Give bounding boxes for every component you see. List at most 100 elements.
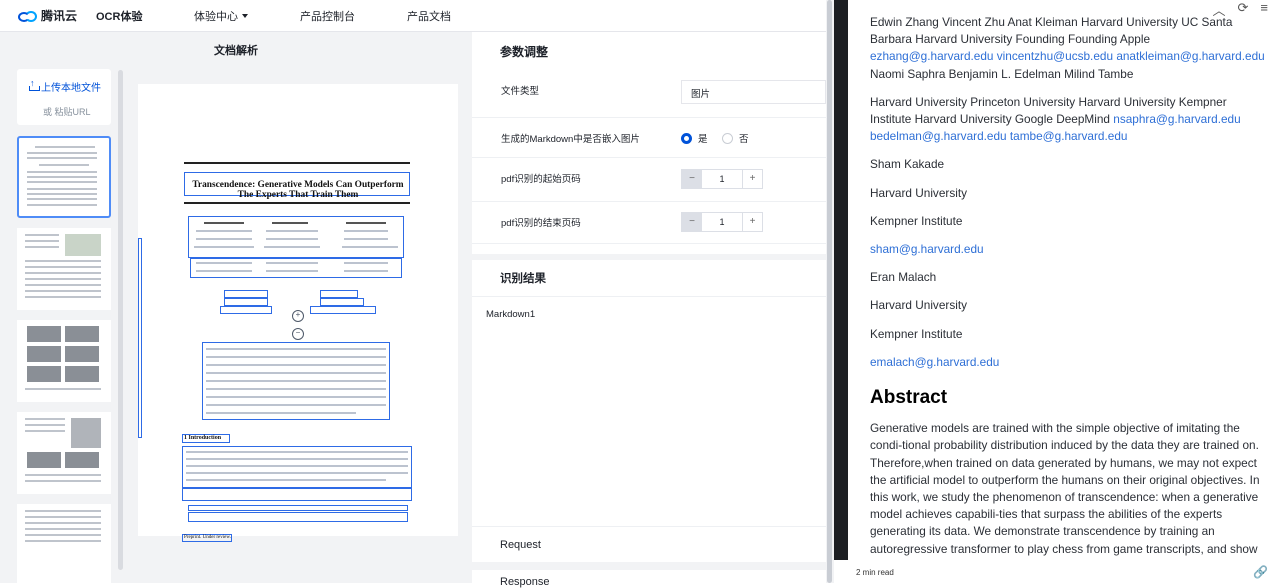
upload-local-file-button[interactable]: 上传本地文件 (29, 79, 101, 94)
end-page-stepper[interactable]: − 1 + (681, 212, 763, 232)
email-link[interactable]: nsaphra@g.harvard.edu (1113, 112, 1240, 126)
nav-docs-label: 产品文档 (407, 8, 451, 24)
embed-images-row: 生成的Markdown中是否嵌入图片 是 否 (472, 118, 826, 158)
preprint-footer: Preprint. Under review. (184, 535, 231, 541)
document-panel-title: 文档解析 (0, 42, 472, 58)
authors-text: Naomi Saphra Benjamin L. Edelman Milind … (870, 67, 1133, 81)
author-eran-email[interactable] (310, 306, 376, 314)
page-thumbnail[interactable] (17, 412, 111, 494)
footnote2-box[interactable] (188, 512, 408, 522)
chevron-down-icon (242, 14, 248, 18)
status-bar (834, 560, 1280, 583)
author-line: Harvard University (870, 297, 1266, 314)
link-icon[interactable]: 🔗 (1253, 565, 1268, 579)
footnote-box[interactable] (188, 505, 408, 511)
markdown-tab[interactable]: Markdown1 (486, 309, 535, 320)
embed-yes-label: 是 (698, 131, 708, 145)
increment-button[interactable]: + (742, 170, 762, 188)
radio-checked-icon (681, 133, 692, 144)
upload-area: 上传本地文件 或 粘贴URL (17, 69, 111, 125)
right-panel-edge (834, 0, 848, 583)
decrement-button[interactable]: − (682, 213, 702, 231)
page-thumbnail[interactable] (17, 504, 111, 583)
section-heading: 1 Introduction (184, 435, 221, 442)
logo-text: 腾讯云 (41, 7, 77, 24)
read-time: 2 min read (856, 568, 894, 577)
product-name: OCR体验 (96, 8, 194, 24)
author-sham-affil[interactable] (224, 298, 268, 306)
author-sham[interactable] (224, 290, 268, 298)
parameters-panel: 参数调整 文件类型 图片 生成的Markdown中是否嵌入图片 是 否 pdf识… (472, 32, 826, 583)
embed-images-label: 生成的Markdown中是否嵌入图片 (501, 131, 640, 145)
tencent-cloud-logo[interactable]: 腾讯云 (18, 7, 96, 24)
end-page-value[interactable]: 1 (702, 213, 742, 231)
page-thumbnail[interactable] (17, 228, 111, 310)
email-link[interactable]: emalach@g.harvard.edu (870, 355, 999, 369)
authors-paragraph-2: Harvard University Princeton University … (870, 94, 1266, 146)
document-preview: Transcendence: Generative Models Can Out… (138, 84, 458, 536)
section-divider (472, 254, 826, 260)
radio-unchecked-icon (722, 133, 733, 144)
nav-experience-center-label: 体验中心 (194, 8, 238, 24)
nav-console-label: 产品控制台 (300, 8, 355, 24)
upload-icon (29, 82, 38, 91)
page-thumbnails[interactable] (17, 136, 111, 583)
panel-splitter[interactable] (826, 0, 834, 583)
paste-url-link[interactable]: 或 粘贴URL (43, 105, 91, 118)
upload-label: 上传本地文件 (41, 79, 101, 94)
top-navbar: 腾讯云 OCR体验 体验中心 产品控制台 产品文档 (0, 0, 826, 32)
embed-yes-radio[interactable]: 是 (681, 131, 708, 145)
embed-no-label: 否 (739, 131, 749, 145)
email-link[interactable]: anatkleiman@g.harvard.edu (1116, 49, 1264, 63)
author-eran[interactable] (320, 290, 358, 298)
file-type-row: 文件类型 图片 (472, 72, 826, 118)
start-page-stepper[interactable]: − 1 + (681, 169, 763, 189)
thumbnail-scrollbar[interactable] (118, 70, 123, 570)
end-page-label: pdf识别的结束页码 (501, 215, 581, 229)
start-page-row: pdf识别的起始页码 − 1 + (472, 158, 826, 202)
params-title: 参数调整 (500, 43, 548, 60)
intro-para2-box[interactable] (182, 488, 412, 501)
cloud-logo-icon (18, 9, 38, 23)
nav-console[interactable]: 产品控制台 (300, 8, 355, 24)
request-section[interactable]: Request (500, 539, 541, 551)
authors-box-2[interactable] (190, 258, 402, 278)
email-link[interactable]: ezhang@g.harvard.edu (870, 49, 993, 63)
email-link[interactable]: vincentzhu@ucsb.edu (997, 49, 1113, 63)
file-type-select[interactable]: 图片 (681, 80, 826, 104)
author-eran-affil[interactable] (320, 298, 364, 306)
abstract-text: Generative models are trained with the s… (870, 420, 1266, 575)
zoom-out-icon[interactable]: − (292, 328, 304, 340)
author-line: Harvard University (870, 185, 1266, 202)
title-rule (184, 202, 410, 204)
page-thumbnail[interactable] (17, 136, 111, 218)
authors-text: Edwin Zhang Vincent Zhu Anat Kleiman Har… (870, 15, 1232, 46)
start-page-value[interactable]: 1 (702, 170, 742, 188)
end-page-row: pdf识别的结束页码 − 1 + (472, 202, 826, 244)
markdown-content: Edwin Zhang Vincent Zhu Anat Kleiman Har… (870, 14, 1266, 586)
results-divider (472, 296, 826, 297)
embed-no-radio[interactable]: 否 (722, 131, 749, 145)
paper-title: Transcendence: Generative Models Can Out… (188, 180, 408, 201)
splitter-scrollbar[interactable] (827, 0, 832, 583)
arxiv-sidebar-box[interactable] (138, 238, 142, 438)
author-line: Eran Malach (870, 269, 1266, 286)
zoom-in-icon[interactable]: + (292, 310, 304, 322)
results-title: 识别结果 (500, 270, 546, 286)
start-page-label: pdf识别的起始页码 (501, 171, 581, 185)
response-section[interactable]: Response (500, 576, 550, 588)
increment-button[interactable]: + (742, 213, 762, 231)
author-line: Sham Kakade (870, 156, 1266, 173)
document-panel: 文档解析 上传本地文件 或 粘贴URL (0, 32, 472, 583)
abstract-heading: Abstract (870, 389, 1266, 406)
author-sham-email[interactable] (220, 306, 272, 314)
email-link[interactable]: bedelman@g.harvard.edu (870, 129, 1007, 143)
decrement-button[interactable]: − (682, 170, 702, 188)
author-line: Kempner Institute (870, 326, 1266, 343)
page-thumbnail[interactable] (17, 320, 111, 402)
email-link[interactable]: tambe@g.harvard.edu (1010, 129, 1128, 143)
file-type-label: 文件类型 (501, 83, 539, 97)
nav-experience-center[interactable]: 体验中心 (194, 8, 248, 24)
nav-docs[interactable]: 产品文档 (407, 8, 451, 24)
email-link[interactable]: sham@g.harvard.edu (870, 242, 984, 256)
